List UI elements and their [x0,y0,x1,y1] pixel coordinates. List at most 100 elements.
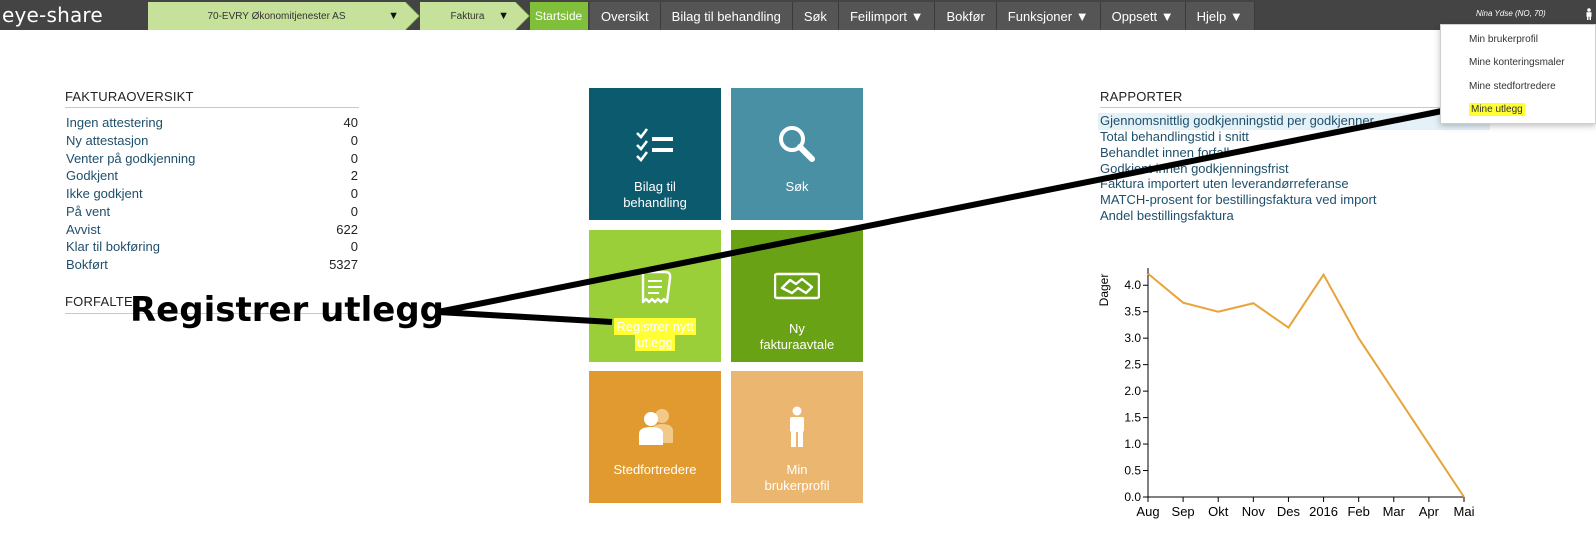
stat-value: 0 [350,204,358,219]
tile-label: behandling [623,195,687,210]
series-line [1147,272,1465,498]
breadcrumb-startside-label: Startside [534,9,583,23]
nav-sok[interactable]: Søk [792,2,839,30]
x-tick-label: Feb [1347,504,1369,519]
stat-row[interactable]: Bokført 5327 [66,257,358,275]
tile-label: fakturaavtale [759,337,835,352]
stat-label[interactable]: Bokført [66,257,108,272]
breadcrumb-company[interactable]: 70-EVRY Økonomitjenester AS ▼ [148,2,420,30]
search-icon [779,126,815,162]
stat-label[interactable]: Klar til bokføring [66,239,160,254]
stat-label[interactable]: Ikke godkjent [66,186,143,201]
tile-label: utlegg [589,334,721,351]
stat-row[interactable]: Godkjent 2 [66,168,358,186]
person-icon [790,406,804,447]
rapporter-title: RAPPORTER [1100,89,1183,104]
stat-row[interactable]: Ikke godkjent 0 [66,186,358,204]
y-tick-label: 2.5 [1124,358,1141,372]
nav-bokfor[interactable]: Bokfør [935,2,997,30]
brand-logo[interactable]: eye-share [2,3,103,27]
x-tick-label: 2016 [1309,504,1338,519]
report-link[interactable]: Godkjent innen godkjenningsfrist [1100,161,1289,176]
stat-label[interactable]: Ingen attestering [66,115,163,130]
x-tick-label: Sep [1172,504,1195,519]
report-link[interactable]: Behandlet innen forfall [1100,145,1229,160]
tile-sok[interactable]: Søk [731,88,863,220]
nav-oppsett[interactable]: Oppsett ▼ [1100,2,1186,30]
stat-row[interactable]: Avvist 622 [66,222,358,240]
user-menu: Min brukerprofil Mine konteringsmaler Mi… [1440,24,1596,124]
page-root: eye-share 70-EVRY Økonomitjenester AS ▼ … [0,0,1596,542]
y-tick-label: 1.0 [1124,437,1141,451]
menu-item-min-brukerprofil[interactable]: Min brukerprofil [1469,34,1538,45]
menu-item-mine-konteringsmaler[interactable]: Mine konteringsmaler [1469,57,1565,68]
nav-oversikt[interactable]: Oversikt [590,2,661,30]
y-axis-label: Dager [1097,274,1111,307]
tile-label: Registrer nytt [589,318,721,335]
report-link[interactable]: Gjennomsnittlig godkjenningstid per godk… [1100,113,1374,128]
stat-value: 0 [350,239,358,254]
y-tick-label: 0.5 [1124,464,1141,478]
stat-label[interactable]: Ny attestasjon [66,133,148,148]
section-divider [1100,107,1490,108]
section-divider [65,107,359,108]
y-tick-label: 2.0 [1124,384,1141,398]
x-tick-label: Aug [1136,504,1159,519]
breadcrumb-module[interactable]: Faktura ▼ [420,2,530,30]
user-icon[interactable] [1585,8,1593,20]
checklist-icon [636,128,673,162]
chevron-down-icon[interactable]: ▼ [388,10,399,22]
nav-funksjoner[interactable]: Funksjoner ▼ [996,2,1101,30]
tile-registrer-nytt-utlegg[interactable]: Registrer nytt utlegg [589,230,721,362]
y-tick-label: 4.0 [1124,278,1141,292]
stat-value: 0 [350,186,358,201]
forfalte-title: FORFALTE [65,294,133,309]
y-tick-label: 3.0 [1124,331,1141,345]
stat-label[interactable]: Godkjent [66,168,118,183]
y-tick-label: 1.5 [1124,411,1141,425]
tile-label-highlight: utlegg [635,334,675,351]
report-link[interactable]: Andel bestillingsfaktura [1100,208,1234,223]
user-name[interactable]: Nina Ydse (NO, 70) [1476,9,1546,18]
stat-value: 0 [350,133,358,148]
tile-label: Bilag til [634,179,676,194]
tile-label-highlight: Registrer nytt [614,318,696,335]
menu-item-mine-stedfortredere[interactable]: Mine stedfortredere [1469,81,1556,92]
breadcrumb-company-label: 70-EVRY Økonomitjenester AS [207,10,346,22]
tile-bilag-til-behandling[interactable]: Bilag til behandling [589,88,721,220]
stat-label[interactable]: Avvist [66,222,100,237]
tile-stedfortredere[interactable]: Stedfortredere [589,371,721,503]
chevron-down-icon[interactable]: ▼ [498,10,509,22]
stat-row[interactable]: Ingen attestering 40 [66,115,358,133]
nav-feilimport[interactable]: Feilimport ▼ [838,2,936,30]
breadcrumb-startside[interactable]: Startside [530,2,588,30]
tile-label: brukerprofil [764,478,830,493]
report-link[interactable]: Faktura importert uten leverandørreferan… [1100,176,1349,191]
receipt-icon [641,270,672,304]
stat-label[interactable]: Venter på godkjenning [66,151,195,166]
tile-ny-fakturaavtale[interactable]: Ny fakturaavtale [731,230,863,362]
report-link[interactable]: MATCH-prosent for bestillingsfaktura ved… [1100,192,1376,207]
top-bar: eye-share 70-EVRY Økonomitjenester AS ▼ … [0,0,1596,30]
x-tick-label: Mar [1383,504,1406,519]
stat-row[interactable]: På vent 0 [66,204,358,222]
stat-value: 2 [350,168,358,183]
x-tick-label: Mai [1454,504,1475,519]
report-link[interactable]: Total behandlingstid i snitt [1100,129,1249,144]
nav-bilag-til-behandling[interactable]: Bilag til behandling [660,2,793,30]
stat-row[interactable]: Venter på godkjenning 0 [66,151,358,169]
tile-label: Min [786,462,808,477]
nav-hjelp[interactable]: Hjelp ▼ [1185,2,1255,30]
handshake-icon [774,272,820,300]
tile-label: Stedfortredere [613,462,697,477]
menu-item-mine-utlegg[interactable]: Mine utlegg [1469,103,1525,116]
annotation-label: Registrer utlegg [130,290,445,330]
x-tick-label: Des [1277,504,1301,519]
tile-min-brukerprofil[interactable]: Min brukerprofil [731,371,863,503]
fakturaoversikt-title: FAKTURAOVERSIKT [65,89,194,104]
users-icon [639,409,673,445]
stat-row[interactable]: Klar til bokføring 0 [66,239,358,257]
stat-label[interactable]: På vent [66,204,110,219]
stat-row[interactable]: Ny attestasjon 0 [66,133,358,151]
stat-value: 0 [350,151,358,166]
